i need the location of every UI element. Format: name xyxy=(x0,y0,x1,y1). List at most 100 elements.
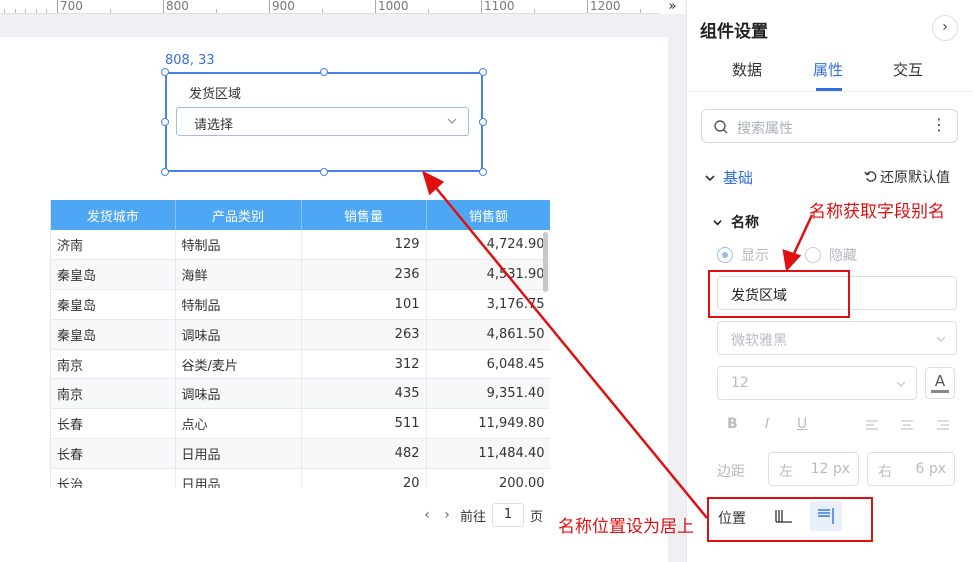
reset-default-button[interactable]: 还原默认值 xyxy=(864,167,950,187)
margin-right-field[interactable]: 右 6 px xyxy=(867,452,955,486)
resize-handle[interactable] xyxy=(161,68,169,76)
chevron-down-icon xyxy=(447,118,457,124)
font-size-select[interactable]: 12 xyxy=(717,366,917,400)
font-family-value: 微软雅黑 xyxy=(731,333,787,349)
table-cell: 南京 xyxy=(51,378,176,410)
position-highlight xyxy=(707,497,873,542)
expand-ruler-icon[interactable]: » xyxy=(660,0,685,14)
table-cell: 511 xyxy=(301,408,427,440)
prev-page-icon[interactable]: ‹ xyxy=(420,507,434,523)
resize-handle[interactable] xyxy=(479,68,487,76)
table-row: 秦皇岛 调味品 263 4,861.50 xyxy=(51,319,550,350)
section-basic-label: 基础 xyxy=(723,169,754,187)
margin-label: 边距 xyxy=(717,464,745,480)
column-header[interactable]: 销售量 xyxy=(301,200,427,230)
radio-show-label: 显示 xyxy=(741,248,769,264)
tab-properties[interactable]: 属性 xyxy=(813,59,843,80)
table-cell: 秦皇岛 xyxy=(51,259,176,291)
margin-left-value: 12 px xyxy=(810,461,850,477)
column-header[interactable]: 产品类别 xyxy=(175,200,302,230)
bold-button[interactable]: B xyxy=(727,416,738,432)
ruler-label: 1100 xyxy=(484,0,515,13)
table-cell: 调味品 xyxy=(175,378,302,410)
reset-default-label: 还原默认值 xyxy=(880,170,950,186)
resize-handle[interactable] xyxy=(161,168,169,176)
search-properties-input[interactable]: 搜索属性 ⋮ xyxy=(701,109,958,143)
font-size-value: 12 xyxy=(731,375,749,391)
table-cell: 秦皇岛 xyxy=(51,319,176,350)
section-basic[interactable]: 基础 xyxy=(705,167,753,188)
tab-data[interactable]: 数据 xyxy=(732,59,762,80)
underline-button[interactable]: U xyxy=(797,416,807,432)
collapse-panel-icon[interactable]: › xyxy=(932,15,958,41)
table-cell: 济南 xyxy=(51,230,176,261)
ruler-label: 900 xyxy=(272,0,295,13)
table-cell: 263 xyxy=(301,319,427,350)
ruler-label: 700 xyxy=(60,0,83,13)
alias-annotation: 名称获取字段别名 xyxy=(809,202,945,222)
resize-handle[interactable] xyxy=(320,168,328,176)
align-right-icon[interactable] xyxy=(936,419,950,431)
chevron-down-icon xyxy=(896,381,906,387)
table-cell: 11,949.80 xyxy=(426,408,550,440)
data-table: 发货城市 产品类别 销售量 销售额 济南 特制品 129 4,724.90 秦皇岛 海鲜… xyxy=(50,200,550,488)
table-cell: 点心 xyxy=(175,408,302,440)
table-cell: 236 xyxy=(301,259,427,291)
radio-show[interactable]: 显示 xyxy=(717,245,769,265)
font-color-icon: A xyxy=(934,372,946,390)
margin-left-field[interactable]: 左 12 px xyxy=(768,452,859,486)
table-scrollbar[interactable] xyxy=(543,232,548,292)
search-placeholder: 搜索属性 xyxy=(737,121,793,137)
search-icon xyxy=(714,120,728,134)
table-cell: 200.00 xyxy=(426,468,550,488)
column-header[interactable]: 发货城市 xyxy=(51,200,176,230)
section-name-label: 名称 xyxy=(731,215,759,231)
table-cell: 特制品 xyxy=(175,230,302,261)
tab-interaction[interactable]: 交互 xyxy=(893,59,923,80)
table-cell: 20 xyxy=(301,468,427,488)
table-header-row: 发货城市 产品类别 销售量 销售额 xyxy=(51,200,550,230)
resize-handle[interactable] xyxy=(161,118,169,126)
table-cell: 129 xyxy=(301,230,427,261)
table-cell: 海鲜 xyxy=(175,259,302,291)
column-header[interactable]: 销售额 xyxy=(426,200,550,230)
ruler-label: 1200 xyxy=(590,0,621,13)
resize-handle[interactable] xyxy=(479,168,487,176)
tab-divider xyxy=(687,91,973,92)
next-page-icon[interactable]: › xyxy=(440,507,454,523)
font-color-button[interactable]: A xyxy=(925,367,955,399)
table-cell: 6,048.45 xyxy=(426,349,550,380)
table-cell: 312 xyxy=(301,349,427,380)
font-color-swatch xyxy=(931,390,949,393)
radio-hide-indicator xyxy=(805,247,821,263)
table-row: 长春 点心 511 11,949.80 xyxy=(51,408,550,440)
font-family-select[interactable]: 微软雅黑 xyxy=(717,321,957,355)
resize-handle[interactable] xyxy=(320,68,328,76)
table-cell: 谷类/麦片 xyxy=(175,349,302,380)
chevron-down-icon xyxy=(705,175,715,182)
section-name[interactable]: 名称 xyxy=(713,212,759,232)
panel-title: 组件设置 xyxy=(700,22,768,42)
page-unit-label: 页 xyxy=(530,509,544,525)
chevron-down-icon xyxy=(936,336,946,342)
table-cell: 南京 xyxy=(51,349,176,380)
table-cell: 长治 xyxy=(51,468,176,488)
align-center-icon[interactable] xyxy=(900,419,914,431)
table-row: 秦皇岛 海鲜 236 4,531.90 xyxy=(51,259,550,291)
undo-icon xyxy=(864,171,877,182)
table-cell: 482 xyxy=(301,438,427,469)
table-cell: 3,176.75 xyxy=(426,289,550,320)
table-cell: 长春 xyxy=(51,408,176,440)
italic-button[interactable]: I xyxy=(765,416,769,432)
more-options-icon[interactable]: ⋮ xyxy=(931,115,947,134)
resize-handle[interactable] xyxy=(479,118,487,126)
table-row: 南京 调味品 435 9,351.40 xyxy=(51,378,550,410)
page-input[interactable]: 1 xyxy=(492,503,525,527)
filter-label: 发货区域 xyxy=(189,87,242,102)
filter-select[interactable]: 请选择 xyxy=(176,107,469,136)
radio-hide[interactable]: 隐藏 xyxy=(805,245,857,265)
align-left-icon[interactable] xyxy=(865,419,879,431)
margin-right-value: 6 px xyxy=(915,461,946,477)
chevron-down-icon xyxy=(713,220,722,226)
table-cell: 特制品 xyxy=(175,289,302,320)
